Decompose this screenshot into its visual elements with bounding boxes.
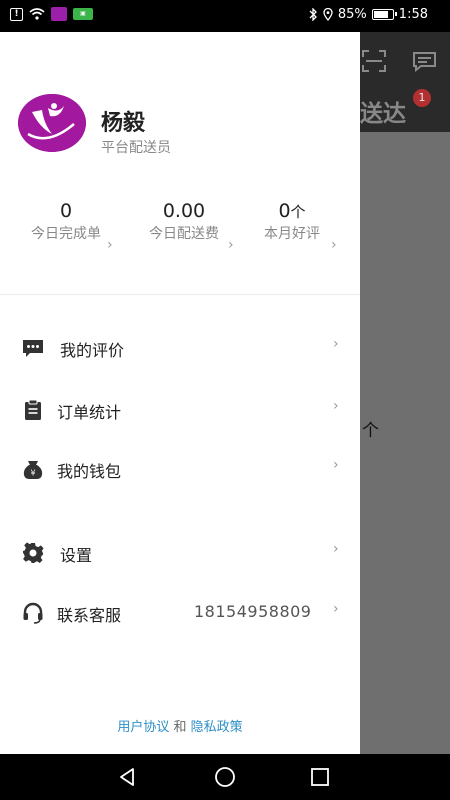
menu-item-order-stats[interactable]: 订单统计 › [0, 388, 360, 432]
wallet-icon: ¥ [23, 461, 43, 479]
location-icon [323, 8, 333, 21]
stat-value: 0.00 [162, 200, 206, 222]
chevron-right-icon: › [333, 541, 339, 557]
app-badge-icon: ▣ [73, 8, 93, 20]
gear-icon [23, 542, 44, 563]
battery-level [373, 11, 389, 18]
customer-service-phone[interactable]: 18154958809 [194, 602, 311, 621]
status-right: 85% 1:58 [309, 7, 428, 22]
menu-item-my-wallet[interactable]: ¥ 我的钱包 › [0, 447, 360, 491]
user-role: 平台配送员 [101, 140, 171, 156]
notification-badge: 1 [413, 89, 431, 107]
system-nav-bar [0, 754, 450, 800]
privacy-policy-link[interactable]: 隐私政策 [191, 720, 243, 735]
battery-percent: 85% [337, 7, 367, 22]
comment-icon [23, 340, 43, 357]
stat-today-completed[interactable]: 0 今日完成单 [16, 200, 116, 244]
stat-today-fee[interactable]: 0.00 今日配送费 [134, 200, 234, 244]
background-text: 个 [362, 421, 379, 441]
stat-value: 0 [59, 200, 73, 222]
chevron-right-icon: › [333, 336, 339, 352]
menu-label: 我的评价 [60, 341, 125, 360]
app-icon [51, 7, 67, 21]
stat-value: 0个 [278, 200, 306, 222]
menu-label: 设置 [60, 546, 93, 565]
wifi-icon [29, 8, 45, 20]
avatar[interactable] [18, 94, 86, 152]
chevron-right-icon: › [228, 237, 234, 253]
divider [0, 294, 360, 295]
navigation-drawer: 杨毅 平台配送员 0 今日完成单 › 0.00 今日配送费 › 0个 本月好评 … [0, 32, 360, 754]
menu-item-settings[interactable]: 设置 › [0, 531, 360, 575]
chevron-right-icon: › [107, 237, 113, 253]
user-agreement-link[interactable]: 用户协议 [117, 720, 169, 735]
chevron-right-icon: › [333, 457, 339, 473]
chevron-right-icon: › [333, 398, 339, 414]
back-icon[interactable] [116, 765, 140, 789]
chevron-right-icon: › [333, 601, 339, 617]
status-bar: ! ▣ 85% 1:58 [0, 0, 450, 32]
menu-label: 我的钱包 [57, 462, 122, 481]
stat-label: 今日完成单 [31, 226, 101, 242]
menu-label: 联系客服 [57, 606, 122, 625]
recents-icon[interactable] [308, 765, 332, 789]
message-icon [413, 52, 436, 72]
battery-icon [371, 9, 397, 20]
menu-label: 订单统计 [57, 403, 122, 422]
clipboard-icon [25, 399, 41, 420]
user-name: 杨毅 [101, 111, 146, 136]
chevron-right-icon: › [331, 237, 337, 253]
background-title: 送达 [360, 101, 406, 127]
stat-month-praise[interactable]: 0个 本月好评 [242, 200, 342, 244]
menu-item-my-reviews[interactable]: 我的评价 › [0, 326, 360, 370]
stat-label: 本月好评 [264, 226, 320, 242]
footer-legal: 用户协议 和 隐私政策 [0, 716, 360, 735]
scan-icon [362, 50, 386, 72]
clock: 1:58 [398, 7, 428, 22]
footer-conjunction: 和 [173, 720, 187, 735]
home-icon[interactable] [213, 765, 237, 789]
stat-label: 今日配送费 [149, 226, 219, 242]
avatar-logo-icon [18, 94, 86, 152]
bluetooth-icon [309, 8, 317, 21]
menu-item-customer-service[interactable]: 联系客服 18154958809 › [0, 591, 360, 635]
status-left: ! ▣ [10, 7, 93, 21]
headset-icon [23, 602, 43, 624]
notification-icon: ! [10, 7, 23, 21]
svg-text:¥: ¥ [30, 469, 35, 478]
